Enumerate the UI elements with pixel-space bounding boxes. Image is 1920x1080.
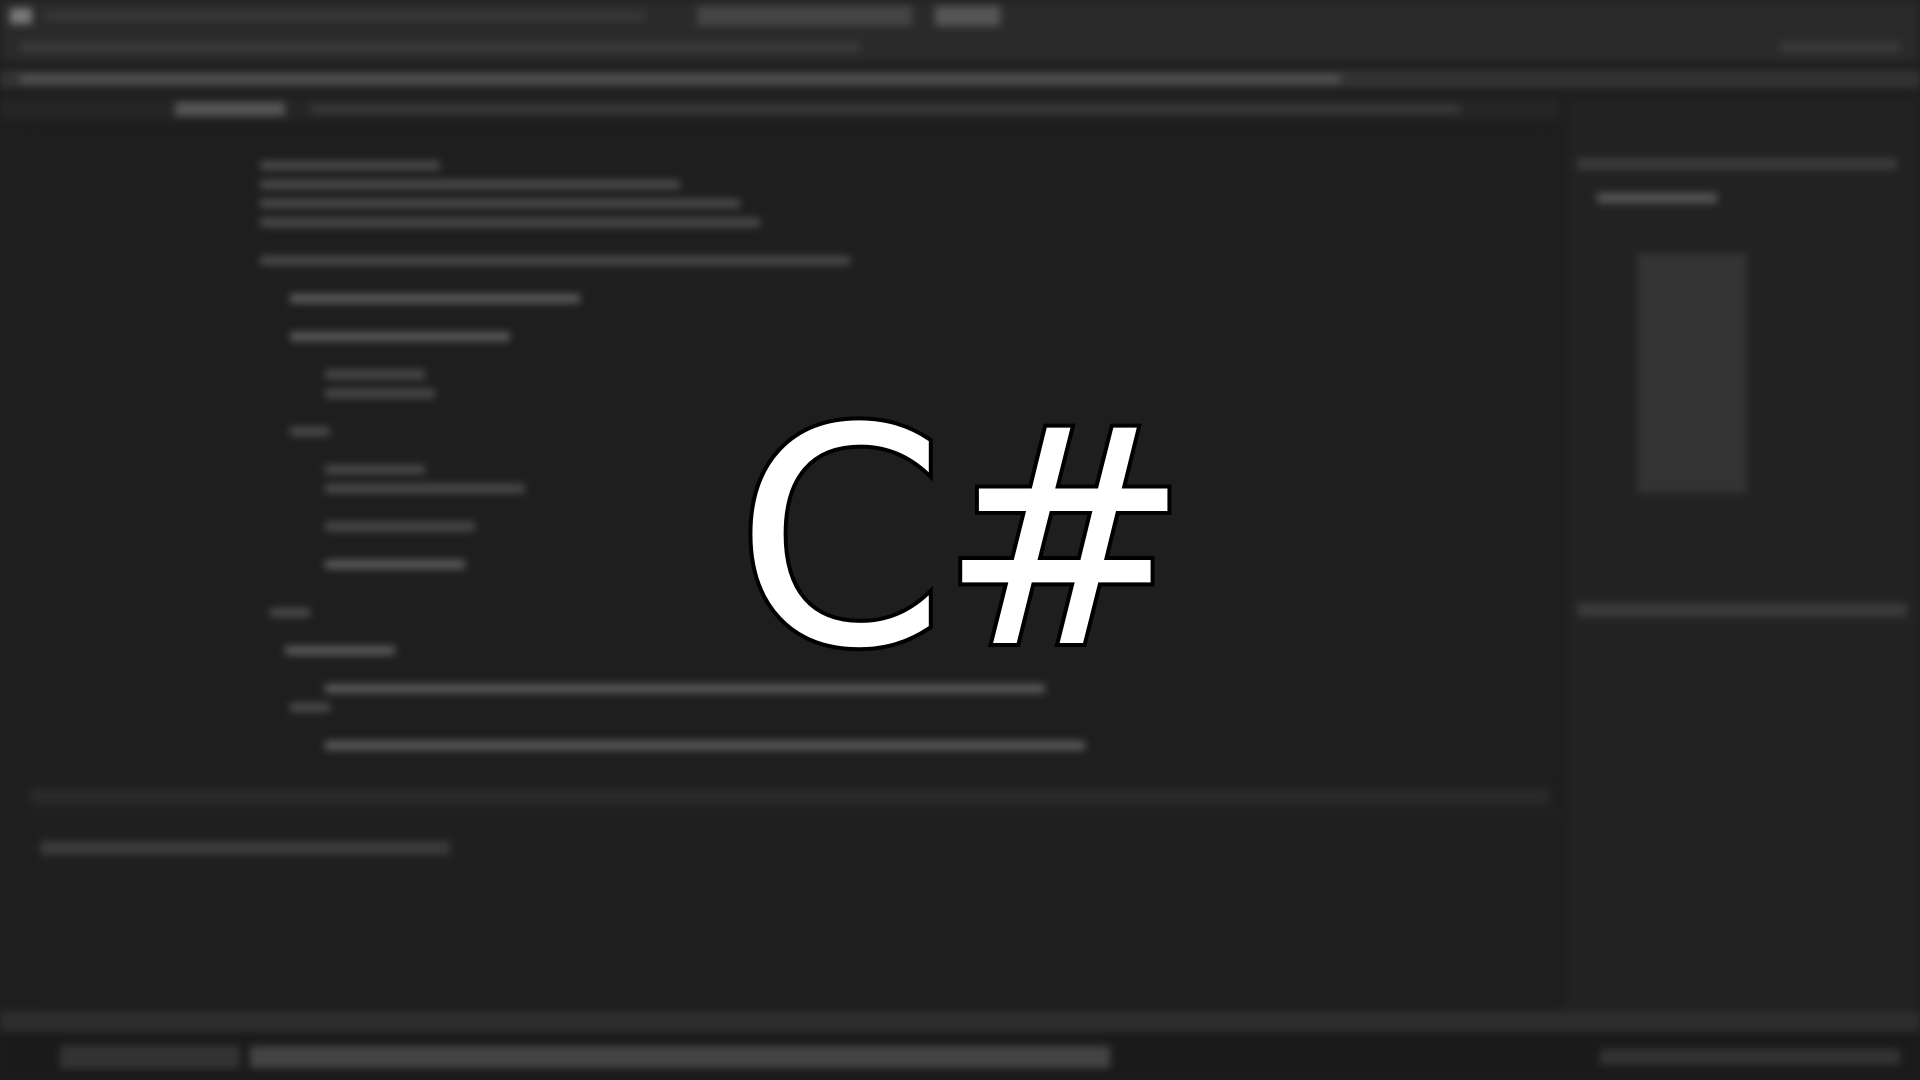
csharp-logo-text: C# [732,365,1195,714]
overlay: C# [0,0,1920,1080]
